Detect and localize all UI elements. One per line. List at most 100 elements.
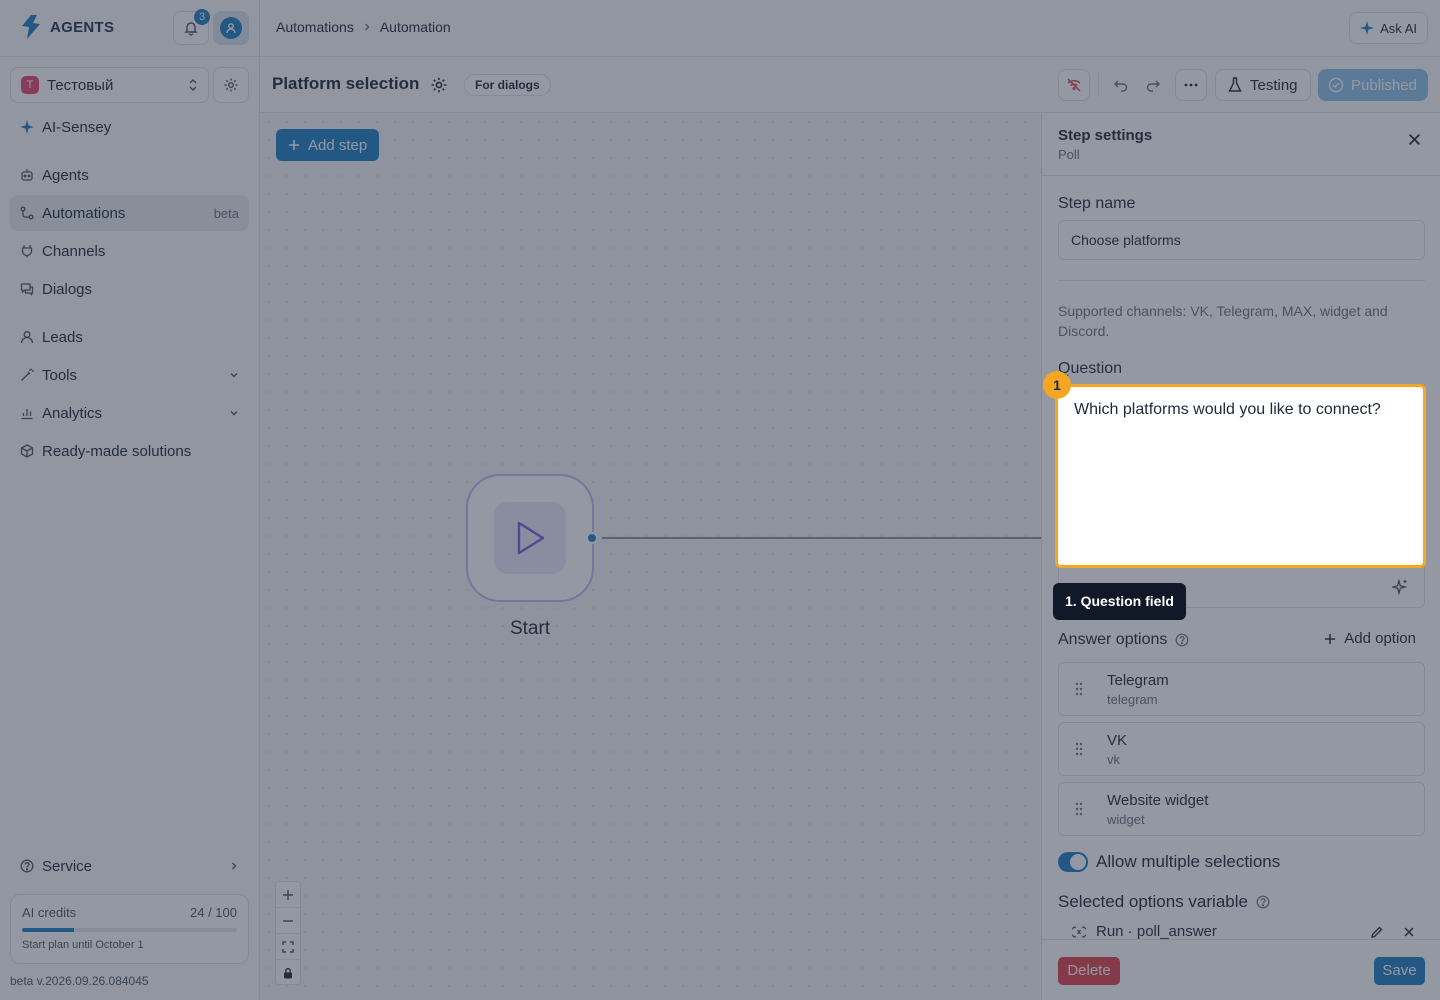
user-icon bbox=[220, 17, 242, 39]
chart-icon bbox=[21, 409, 33, 420]
sidebar-item-dialogs[interactable]: Dialogs bbox=[10, 271, 249, 307]
credits-value: 24 / 100 bbox=[190, 905, 237, 920]
answer-options-header: Answer options bbox=[1058, 631, 1189, 649]
zoom-controls bbox=[275, 881, 301, 985]
plus-icon bbox=[283, 889, 293, 900]
undo-icon bbox=[1114, 80, 1128, 92]
undo-button[interactable] bbox=[1105, 69, 1137, 101]
sidebar-item-channels[interactable]: Channels bbox=[10, 233, 249, 269]
variable-label: Selected options variable bbox=[1058, 892, 1248, 911]
wifi-off-icon bbox=[1067, 78, 1081, 92]
sidebar-item-agents[interactable]: Agents bbox=[10, 157, 249, 193]
lock-icon bbox=[284, 967, 292, 979]
allow-multiple-row: Allow multiple selections bbox=[1058, 852, 1280, 872]
redo-button[interactable] bbox=[1137, 69, 1169, 101]
zoom-in-button[interactable] bbox=[276, 882, 300, 908]
sidebar-item-label: Agents bbox=[42, 166, 89, 184]
save-button[interactable]: Save bbox=[1374, 957, 1425, 985]
sidebar-item-label: Channels bbox=[42, 242, 106, 260]
flow-canvas[interactable]: Add step Start bbox=[260, 113, 1041, 1000]
add-step-label: Add step bbox=[308, 136, 368, 154]
workspace-select[interactable]: Т Тестовый bbox=[10, 67, 209, 103]
variable-field[interactable]: Run · poll_answer bbox=[1058, 919, 1425, 939]
sidebar-item-label: Ready-made solutions bbox=[42, 442, 192, 460]
help-circle-icon[interactable] bbox=[1256, 895, 1270, 909]
option-label: VK bbox=[1107, 732, 1128, 749]
automation-type-chip: For dialogs bbox=[464, 74, 551, 96]
testing-button[interactable]: Testing bbox=[1215, 69, 1311, 101]
breadcrumb: Automations Automation bbox=[276, 19, 451, 35]
fit-view-button[interactable] bbox=[276, 934, 300, 960]
help-circle-icon[interactable] bbox=[1175, 633, 1189, 647]
app-logo[interactable]: AGENTS bbox=[18, 14, 114, 40]
logo-icon bbox=[22, 15, 40, 39]
answer-option-website-widget[interactable]: Website widget widget bbox=[1058, 782, 1425, 836]
brand-row: AGENTS 3 bbox=[0, 0, 260, 57]
close-icon[interactable] bbox=[1403, 926, 1415, 938]
connection-status-button[interactable] bbox=[1058, 69, 1090, 101]
breadcrumb-item-automations[interactable]: Automations bbox=[276, 19, 354, 35]
zoom-out-button[interactable] bbox=[276, 908, 300, 934]
add-step-button[interactable]: Add step bbox=[276, 129, 380, 161]
panel-subtitle: Poll bbox=[1058, 147, 1080, 162]
ask-ai-label: Ask AI bbox=[1380, 20, 1417, 36]
more-button[interactable] bbox=[1175, 69, 1207, 101]
supported-channels-note: Supported channels: VK, Telegram, MAX, w… bbox=[1058, 303, 1388, 339]
delete-button[interactable]: Delete bbox=[1058, 957, 1120, 985]
sidebar-item-automations[interactable]: Automations beta bbox=[10, 195, 249, 231]
ai-generate-button[interactable] bbox=[1392, 579, 1408, 595]
add-option-button[interactable]: Add option bbox=[1324, 630, 1416, 647]
credits-label: AI credits bbox=[22, 905, 77, 920]
option-label: Telegram bbox=[1107, 672, 1169, 689]
variable-icon bbox=[1072, 926, 1086, 938]
sidebar-item-ai-sensey[interactable]: AI-Sensey bbox=[10, 109, 249, 145]
start-node[interactable] bbox=[466, 474, 594, 602]
option-code: vk bbox=[1107, 752, 1120, 767]
sparkle-icon bbox=[20, 120, 34, 134]
option-code: widget bbox=[1107, 812, 1145, 827]
answer-option-telegram[interactable]: Telegram telegram bbox=[1058, 662, 1425, 716]
chevron-down-icon bbox=[230, 373, 238, 378]
sidebar-item-tools[interactable]: Tools bbox=[10, 357, 249, 393]
variable-value: Run · poll_answer bbox=[1096, 923, 1217, 939]
ask-ai-button[interactable]: Ask AI bbox=[1349, 12, 1428, 44]
add-option-label: Add option bbox=[1344, 630, 1416, 647]
close-panel-button[interactable] bbox=[1408, 133, 1421, 146]
sidebar-item-label: AI-Sensey bbox=[42, 118, 112, 136]
breadcrumb-item-automation: Automation bbox=[379, 19, 451, 35]
selected-options-variable-header: Selected options variable bbox=[1058, 892, 1270, 912]
minus-icon bbox=[283, 919, 293, 922]
published-label: Published bbox=[1351, 76, 1417, 94]
allow-multiple-toggle[interactable] bbox=[1058, 852, 1088, 872]
ai-credits-card[interactable]: AI credits 24 / 100 Start plan until Oct… bbox=[10, 894, 249, 964]
allow-multiple-label: Allow multiple selections bbox=[1096, 852, 1281, 871]
logo-text: AGENTS bbox=[50, 18, 115, 36]
wand-icon bbox=[21, 368, 34, 381]
option-label: Website widget bbox=[1107, 792, 1209, 809]
panel-footer: Delete Save bbox=[1042, 939, 1440, 1000]
workspace-settings-button[interactable] bbox=[213, 67, 249, 103]
start-node-handle[interactable] bbox=[586, 532, 598, 544]
credits-progress-bar bbox=[22, 928, 237, 932]
plus-icon bbox=[1325, 633, 1336, 644]
automation-title: Platform selection bbox=[272, 74, 420, 93]
check-circle-icon bbox=[1328, 77, 1344, 93]
automation-settings-button[interactable] bbox=[430, 76, 448, 94]
drag-handle-icon[interactable] bbox=[1074, 741, 1084, 757]
lock-button[interactable] bbox=[276, 960, 300, 986]
sidebar-item-analytics[interactable]: Analytics bbox=[10, 395, 249, 431]
sidebar-item-ready-made-solutions[interactable]: Ready-made solutions bbox=[10, 433, 249, 469]
user-avatar-button[interactable] bbox=[213, 11, 249, 45]
question-input[interactable]: Which platforms would you like to connec… bbox=[1055, 384, 1426, 568]
chat-icon bbox=[20, 283, 34, 296]
published-button[interactable]: Published bbox=[1318, 69, 1428, 101]
sidebar-item-leads[interactable]: Leads bbox=[10, 319, 249, 355]
edit-icon[interactable] bbox=[1370, 925, 1384, 939]
sidebar-item-service[interactable]: Service bbox=[10, 848, 249, 884]
drag-handle-icon[interactable] bbox=[1074, 801, 1084, 817]
drag-handle-icon[interactable] bbox=[1074, 681, 1084, 697]
step-name-input[interactable]: Choose platforms bbox=[1058, 220, 1425, 260]
answer-option-vk[interactable]: VK vk bbox=[1058, 722, 1425, 776]
more-horizontal-icon bbox=[1184, 83, 1198, 87]
sidebar-item-label: Dialogs bbox=[42, 280, 93, 298]
